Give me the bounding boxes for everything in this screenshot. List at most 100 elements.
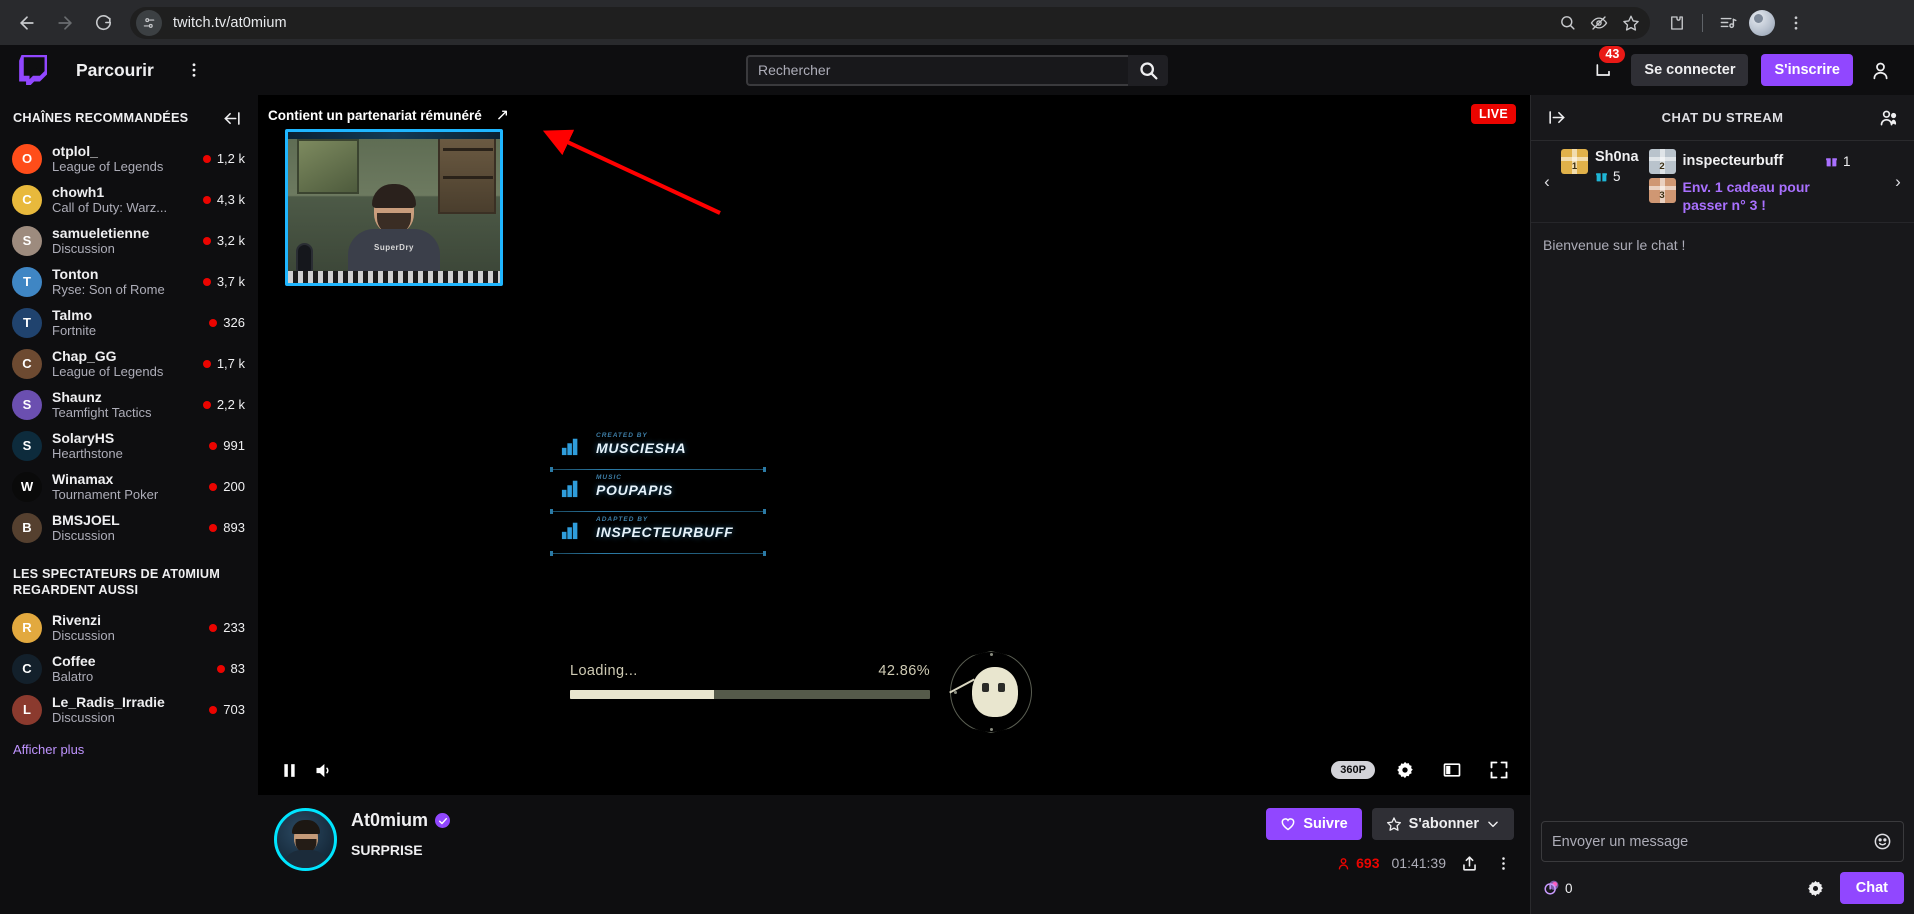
collapse-chat-icon[interactable] [1544,106,1568,130]
profile-icon[interactable] [1747,8,1777,38]
send-chat-button[interactable]: Chat [1839,872,1904,904]
viewer-count: 233 [223,620,245,635]
channel-avatar[interactable] [274,808,337,871]
community-members-icon[interactable] [1877,106,1901,130]
gift-box-bronze-icon: 3 [1648,178,1676,203]
channel-name: Le_Radis_Irradie [52,693,165,710]
theater-mode-icon[interactable] [1435,753,1469,787]
nav-more-icon[interactable] [180,56,208,84]
live-dot-icon [202,154,211,163]
sidebar-channel-bmsjoel[interactable]: B BMSJOEL Discussion 893 [0,507,258,548]
viewer-count: 3,2 k [216,233,245,248]
live-dot-icon [202,359,211,368]
sidebar-channel-chap_gg[interactable]: C Chap_GG League of Legends 1,7 k [0,343,258,384]
twitch-logo-icon[interactable] [19,54,49,86]
rank-2-name[interactable]: inspecteurbuff [1683,153,1784,170]
browser-menu-icon[interactable] [1781,8,1811,38]
sidebar-show-more-link[interactable]: Afficher plus [0,730,258,757]
rank-1-name[interactable]: Sh0na [1595,149,1639,166]
sidebar-alsowatch-coffee[interactable]: C Coffee Balatro 83 [0,648,258,689]
sponsor-disclosure: Contient un partenariat rémunéré ↗ [268,105,509,125]
avatar: C [12,348,42,379]
live-dot-icon [209,318,218,327]
credit-name: MUSCIESHA [596,440,687,456]
browser-forward-button[interactable] [48,6,82,40]
stream-uptime: 01:41:39 [1391,855,1447,871]
rank-3-prompt[interactable]: Env. 1 cadeau pour passer n° 3 ! [1683,178,1851,214]
channel-name: BMSJOEL [52,511,120,528]
game-loading-widget: Loading... 42.86% [570,663,930,699]
avatar: T [12,307,42,338]
live-viewers: 991 [209,438,245,453]
search-bar[interactable] [746,54,1168,86]
sidebar-channel-otplol_[interactable]: Ootplol_ League of Legends 1,2 k [0,138,258,179]
credit-badge-icon [560,478,582,498]
carousel-prev-icon[interactable]: ‹ [1537,172,1557,192]
emote-picker-icon[interactable] [1871,831,1893,853]
sidebar-channel-chowh1[interactable]: Cchowh1 Call of Duty: Warz... 4,3 k [0,179,258,220]
omnibox[interactable]: twitch.tv/at0mium [130,6,1650,39]
external-link-icon[interactable]: ↗ [496,105,509,125]
settings-gear-icon[interactable] [1388,753,1422,787]
channel-name[interactable]: At0mium [351,810,428,831]
sidebar-alsowatch-le_radis_irradie[interactable]: L Le_Radis_Irradie Discussion 703 [0,689,258,730]
eye-off-icon[interactable] [1584,8,1614,38]
login-button[interactable]: Se connecter [1631,54,1749,86]
share-icon[interactable] [1458,852,1480,874]
follow-button[interactable]: Suivre [1266,808,1362,840]
subscribe-button[interactable]: S'abonner [1371,808,1514,840]
credit-badge-icon [560,520,582,540]
more-options-icon[interactable] [1492,852,1514,874]
account-icon[interactable] [1866,56,1894,84]
chat-input[interactable] [1552,833,1871,850]
sidebar-channel-tonton[interactable]: T Tonton Ryse: Son of Rome 3,7 k [0,261,258,302]
browser-back-button[interactable] [10,6,44,40]
video-player[interactable]: Contient un partenariat rémunéré ↗ LIVE … [258,95,1530,795]
site-settings-icon[interactable] [136,9,162,36]
search-button[interactable] [1128,54,1168,86]
prime-loot-icon[interactable]: 43 [1590,46,1626,84]
carousel-next-icon[interactable]: › [1888,172,1908,192]
chat-settings-icon[interactable] [1805,877,1827,899]
gift-icon [1826,157,1837,167]
nav-browse-link[interactable]: Parcourir [76,60,154,81]
volume-button[interactable] [306,753,340,787]
signup-button[interactable]: S'inscrire [1761,54,1853,86]
leaderboard-rank-1: 1 Sh0na 5 [1561,149,1639,184]
avatar: R [12,612,42,643]
channel-category: Balatro [52,668,94,684]
left-sidebar: CHAÎNES RECOMMANDÉES Ootplol_ League of L… [0,95,258,914]
app-body: CHAÎNES RECOMMANDÉES Ootplol_ League of L… [0,95,1914,914]
sidebar-channel-solaryhs[interactable]: S SolaryHS Hearthstone 991 [0,425,258,466]
channel-name: otplol_ [52,142,98,159]
credit-divider [550,509,766,514]
rank-3-number: 3 [1659,190,1665,201]
star-icon[interactable] [1616,8,1646,38]
search-input[interactable] [746,54,1128,86]
gift-leaderboard-carousel[interactable]: ‹ 1 Sh0na 5 2 inspecteurbuff 1 3 Env. 1 … [1531,141,1914,223]
channel-name: Shaunz [52,388,102,405]
sidebar-alsowatch-rivenzi[interactable]: R Rivenzi Discussion 233 [0,607,258,648]
browser-reload-button[interactable] [86,6,120,40]
media-control-icon[interactable] [1713,8,1743,38]
chat-footer: 0 Chat [1531,821,1914,914]
sidebar-channel-samueletienne[interactable]: Ssamueletienne Discussion 3,2 k [0,220,258,261]
sidebar-channel-shaunz[interactable]: S Shaunz Teamfight Tactics 2,2 k [0,384,258,425]
bits-balance[interactable]: 0 [1541,877,1573,899]
toolbar-divider [1702,13,1703,32]
quality-badge[interactable]: 360P [1331,761,1375,779]
avatar: C [12,184,42,215]
sidebar-channel-winamax[interactable]: W Winamax Tournament Poker 200 [0,466,258,507]
pause-button[interactable] [272,753,306,787]
sidebar-recommended-list: Ootplol_ League of Legends 1,2 k Cchowh1 Cal… [0,138,258,548]
sidebar-channel-talmo[interactable]: T Talmo Fortnite 326 [0,302,258,343]
subscribe-label: S'abonner [1408,816,1479,832]
extensions-icon[interactable] [1662,8,1692,38]
main-content: Contient un partenariat rémunéré ↗ LIVE … [258,95,1530,914]
sidebar-collapse-icon[interactable] [221,107,243,129]
chat-input-container[interactable] [1541,821,1904,862]
channel-category: Hearthstone [52,445,123,461]
fullscreen-icon[interactable] [1482,753,1516,787]
search-icon[interactable] [1552,8,1582,38]
avatar: O [12,143,42,174]
